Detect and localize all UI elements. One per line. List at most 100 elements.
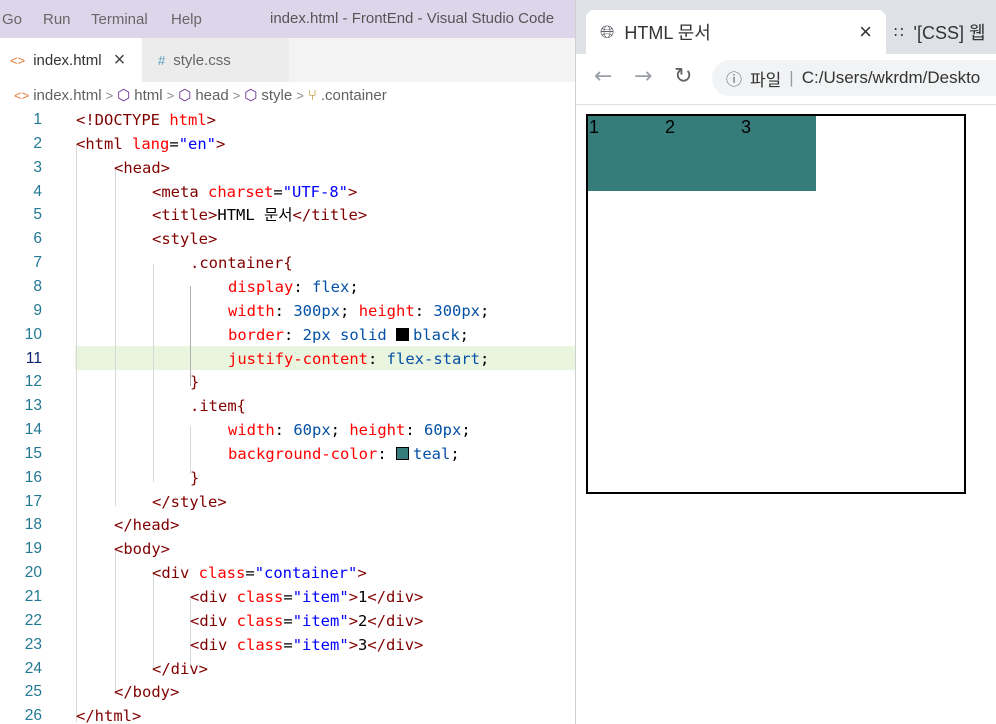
reload-icon[interactable]: ↻ xyxy=(674,64,692,89)
chevron-right-icon: > xyxy=(166,87,175,103)
editor-tab-bar: <> index.html × # style.css xyxy=(0,38,576,82)
css-file-icon: # xyxy=(158,52,166,68)
line-number: 5 xyxy=(33,206,42,224)
line-number: 11 xyxy=(25,349,42,367)
line-number: 2 xyxy=(33,134,42,152)
breadcrumb-item[interactable]: index.html xyxy=(33,87,101,104)
chevron-right-icon: > xyxy=(296,87,304,103)
chevron-right-icon: > xyxy=(232,87,241,103)
code-text: } xyxy=(190,373,200,392)
code-text: <div class="item">1</div> xyxy=(190,588,424,606)
code-text: </div> xyxy=(152,659,209,678)
line-number: 7 xyxy=(33,254,42,272)
address-url: C:/Users/wkrdm/Deskto xyxy=(801,68,981,87)
breadcrumb-item[interactable]: .container xyxy=(321,87,387,104)
forward-arrow-icon[interactable]: → xyxy=(634,64,652,89)
cube-icon: ⬡ xyxy=(178,87,192,104)
window-title: index.html - FrontEnd - Visual Studio Co… xyxy=(270,10,555,27)
close-icon[interactable]: × xyxy=(859,19,872,45)
page-viewport: 1 2 3 xyxy=(576,105,996,724)
address-bar[interactable]: ⓘ 파일 | C:/Users/wkrdm/Deskto xyxy=(712,60,996,96)
site-favicon-icon: ∷ xyxy=(894,24,904,41)
address-separator: | xyxy=(789,68,794,87)
code-text: </head> xyxy=(114,516,180,535)
code-text: </style> xyxy=(152,492,227,511)
line-number: 21 xyxy=(24,588,42,605)
line-number: 13 xyxy=(24,397,42,415)
chevron-right-icon: > xyxy=(105,87,114,103)
html-file-icon: <> xyxy=(14,87,30,103)
browser-tab-title: HTML 문서 xyxy=(624,23,711,43)
code-text: .item{ xyxy=(190,397,246,416)
breadcrumb-item[interactable]: html xyxy=(134,87,162,104)
code-text: background-color: teal; xyxy=(228,444,460,463)
line-number: 20 xyxy=(24,564,42,582)
line-number: 12 xyxy=(24,373,42,391)
tab-index-html[interactable]: <> index.html × xyxy=(0,38,142,82)
menu-go[interactable]: Go xyxy=(2,11,22,28)
line-number: 15 xyxy=(24,444,42,462)
code-text: <style> xyxy=(152,230,218,249)
flex-item: 1 xyxy=(588,116,664,191)
code-text: border: 2px solid black; xyxy=(228,325,470,344)
code-text: </body> xyxy=(114,683,180,702)
back-arrow-icon[interactable]: ← xyxy=(594,64,612,89)
browser-toolbar: ← → ↻ ⓘ 파일 | C:/Users/wkrdm/Deskto xyxy=(576,54,996,105)
indent-guide xyxy=(76,144,77,722)
flex-item: 2 xyxy=(664,116,740,191)
color-swatch[interactable] xyxy=(396,327,409,341)
code-text: <div class="item">3</div> xyxy=(190,635,424,654)
code-text: width: 60px; height: 60px; xyxy=(228,421,471,440)
cube-icon: ⬡ xyxy=(117,87,131,104)
tab-label: style.css xyxy=(173,51,231,69)
line-number: 19 xyxy=(24,540,42,558)
line-number: 9 xyxy=(33,301,42,319)
globe-icon: 🌐︎ xyxy=(600,21,615,42)
code-text: <div class="item">2</div> xyxy=(190,611,424,630)
indent-guide xyxy=(153,264,154,482)
code-text: <body> xyxy=(114,540,171,559)
menu-terminal[interactable]: Terminal xyxy=(91,11,148,28)
vscode-window: Go Run Terminal Help index.html - FrontE… xyxy=(0,0,576,724)
breadcrumb-item[interactable]: head xyxy=(195,87,228,104)
tab-label: index.html xyxy=(33,51,102,69)
line-number: 10 xyxy=(24,325,42,343)
browser-window: 🌐︎ HTML 문서 × ∷ '[CSS] 웹 ← → ↻ ⓘ 파일 | C:/… xyxy=(576,0,996,724)
cube-icon: ⬡ xyxy=(244,87,258,104)
menu-run[interactable]: Run xyxy=(43,11,71,28)
line-number: 17 xyxy=(24,492,42,510)
title-bar: Go Run Terminal Help index.html - FrontE… xyxy=(0,0,576,38)
indent-guide xyxy=(115,550,116,694)
line-number: 8 xyxy=(33,277,42,295)
code-text: .container{ xyxy=(190,254,293,273)
line-number: 18 xyxy=(24,516,42,534)
code-text: <html lang="en"> xyxy=(76,134,226,153)
browser-tab-active[interactable]: 🌐︎ HTML 문서 × xyxy=(586,10,886,54)
color-swatch[interactable] xyxy=(395,446,409,460)
code-text: <div class="container"> xyxy=(152,564,367,583)
flex-item: 3 xyxy=(740,116,816,191)
flex-container: 1 2 3 xyxy=(586,114,966,494)
code-text: <head> xyxy=(114,158,171,177)
tab-style-css[interactable]: # style.css xyxy=(142,38,289,82)
line-number: 26 xyxy=(24,707,42,724)
line-number: 23 xyxy=(24,635,42,653)
line-number: 24 xyxy=(24,659,42,677)
line-number: 6 xyxy=(33,230,42,248)
code-text: <!DOCTYPE html> xyxy=(76,111,216,129)
code-text: justify-content: flex-start; xyxy=(228,349,490,368)
address-scheme: 파일 xyxy=(750,70,782,90)
code-text: } xyxy=(190,468,200,487)
css-selector-icon: ⑂ xyxy=(307,86,317,104)
code-editor[interactable]: 1 <!DOCTYPE html> 2 <html lang="en"> 3 <head>… xyxy=(0,108,576,724)
browser-tab-second[interactable]: ∷ '[CSS] 웹 xyxy=(894,10,996,54)
menu-help[interactable]: Help xyxy=(171,11,202,28)
code-text: <meta charset="UTF-8"> xyxy=(152,182,358,201)
code-text: width: 300px; height: 300px; xyxy=(228,301,490,320)
info-icon: ⓘ xyxy=(726,72,743,89)
breadcrumb-item[interactable]: style xyxy=(261,87,292,104)
code-text: display: flex; xyxy=(228,277,359,296)
close-icon[interactable]: × xyxy=(114,49,126,72)
line-number: 16 xyxy=(24,468,42,486)
breadcrumb: <> index.html > ⬡ html > ⬡ head > ⬡ styl… xyxy=(0,82,576,108)
